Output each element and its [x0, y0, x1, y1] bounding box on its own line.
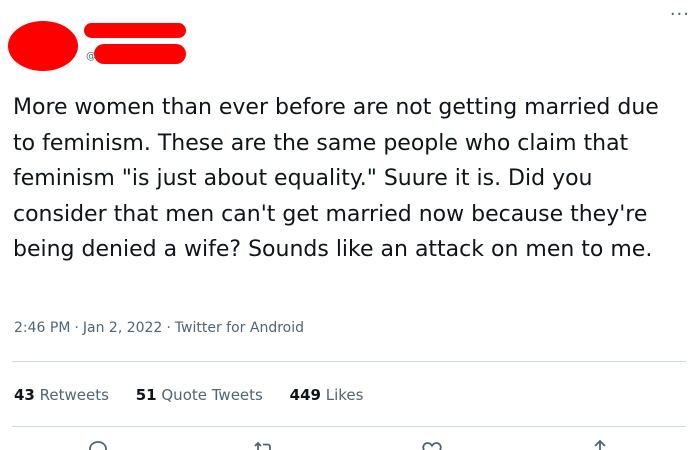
divider [12, 426, 686, 427]
more-icon: ··· [669, 4, 690, 25]
retweets-count: 43 [14, 386, 35, 404]
reply-icon [89, 441, 107, 450]
tweet-source[interactable]: Twitter for Android [175, 320, 304, 336]
engagement-stats: 43 Retweets 51 Quote Tweets 449 Likes [14, 386, 385, 404]
quote-tweets-count: 51 [135, 386, 157, 404]
like-icon [422, 442, 442, 450]
tweet-date[interactable]: Jan 2, 2022 [83, 320, 162, 336]
more-options-button[interactable]: ··· [670, 4, 690, 25]
retweet-button[interactable] [252, 438, 276, 450]
tweet-metadata: 2:46 PM · Jan 2, 2022 · Twitter for Android [14, 320, 304, 336]
likes-label: Likes [325, 386, 364, 404]
tweet-time[interactable]: 2:46 PM [14, 320, 70, 336]
action-bar [0, 436, 700, 450]
tweet-text: More women than ever before are not gett… [13, 95, 659, 262]
quote-tweets-stat[interactable]: 51 Quote Tweets [136, 386, 263, 404]
retweet-icon [254, 441, 271, 450]
redacted-username [94, 44, 186, 64]
quote-tweets-label: Quote Tweets [161, 386, 263, 404]
separator-dot: · [74, 320, 79, 336]
separator-dot: · [166, 320, 171, 336]
likes-stat[interactable]: 449 Likes [290, 386, 364, 404]
retweets-label: Retweets [39, 386, 109, 404]
redacted-display-name [84, 23, 186, 38]
handle-at-sign: @ [86, 51, 96, 62]
divider [12, 361, 686, 362]
likes-count: 449 [289, 386, 321, 404]
like-button[interactable] [420, 438, 444, 450]
tweet-card: @ ··· More women than ever before are no… [0, 0, 700, 450]
redacted-avatar [8, 21, 78, 71]
share-button[interactable] [588, 438, 612, 450]
retweets-stat[interactable]: 43 Retweets [14, 386, 109, 404]
reply-button[interactable] [86, 438, 110, 450]
share-icon [594, 439, 606, 450]
